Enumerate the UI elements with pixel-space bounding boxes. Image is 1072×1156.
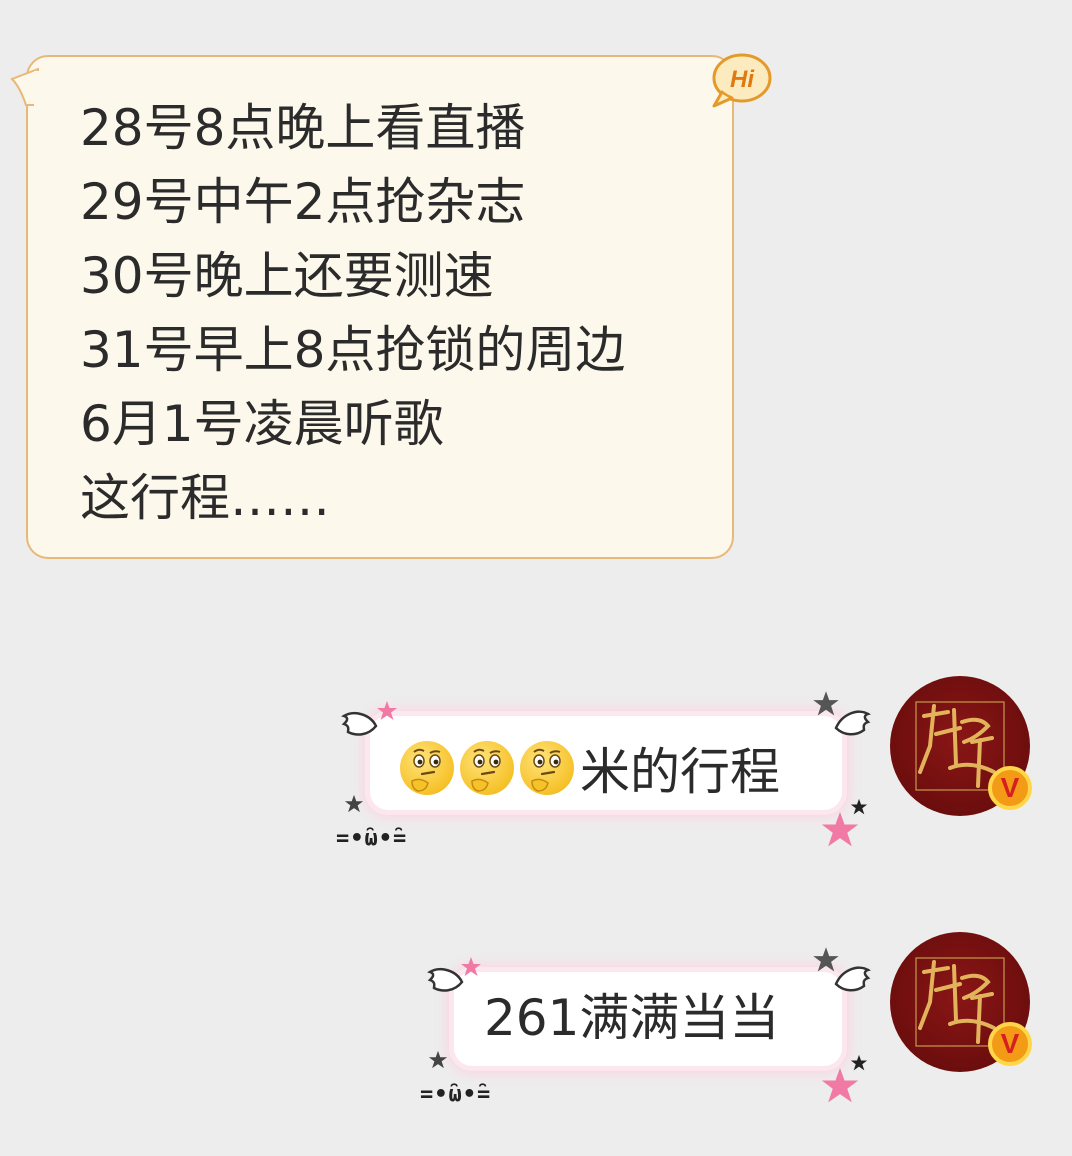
star-icon — [428, 1050, 448, 1069]
thinking-face-emoji — [400, 741, 454, 795]
svg-text:Hi: Hi — [730, 66, 755, 93]
message-line: 31号早上8点抢锁的周边 — [80, 321, 626, 379]
received-message-bubble[interactable]: 28号8点晚上看直播 29号中午2点抢杂志 30号晚上还要测速 31号早上8点抢… — [10, 55, 734, 559]
verified-badge: V — [988, 766, 1032, 810]
sent-message-bubble[interactable]: 米的行程 — [370, 716, 842, 810]
avatar[interactable]: V — [890, 676, 1032, 816]
hi-bubble-icon: Hi — [708, 52, 772, 110]
kaomoji-decoration: =•̑ω•̑= — [336, 826, 408, 851]
wing-right-icon — [834, 966, 871, 992]
sent-message-text: 261满满当当 — [484, 989, 780, 1047]
avatar[interactable]: V — [890, 932, 1032, 1072]
star-icon — [344, 794, 364, 813]
message-line: 30号晚上还要测速 — [80, 247, 494, 305]
bubble-tail — [10, 67, 40, 107]
sent-message-text: 米的行程 — [580, 743, 780, 801]
sent-message-bubble[interactable]: 261满满当当 — [454, 972, 842, 1066]
message-line: 6月1号凌晨听歌 — [80, 395, 444, 453]
star-icon — [461, 957, 481, 976]
wing-left-icon — [341, 712, 378, 736]
message-line: 这行程…… — [80, 469, 330, 527]
star-icon — [821, 811, 859, 847]
message-line: 28号8点晚上看直播 — [80, 99, 526, 157]
thinking-face-emoji — [460, 741, 514, 795]
thinking-face-emoji — [520, 741, 574, 795]
message-line: 29号中午2点抢杂志 — [80, 173, 526, 231]
verified-badge: V — [988, 1022, 1032, 1066]
star-icon — [821, 1067, 859, 1103]
star-icon — [377, 701, 397, 720]
wing-right-icon — [834, 710, 871, 736]
kaomoji-decoration: =•̑ω•̑= — [420, 1082, 492, 1107]
